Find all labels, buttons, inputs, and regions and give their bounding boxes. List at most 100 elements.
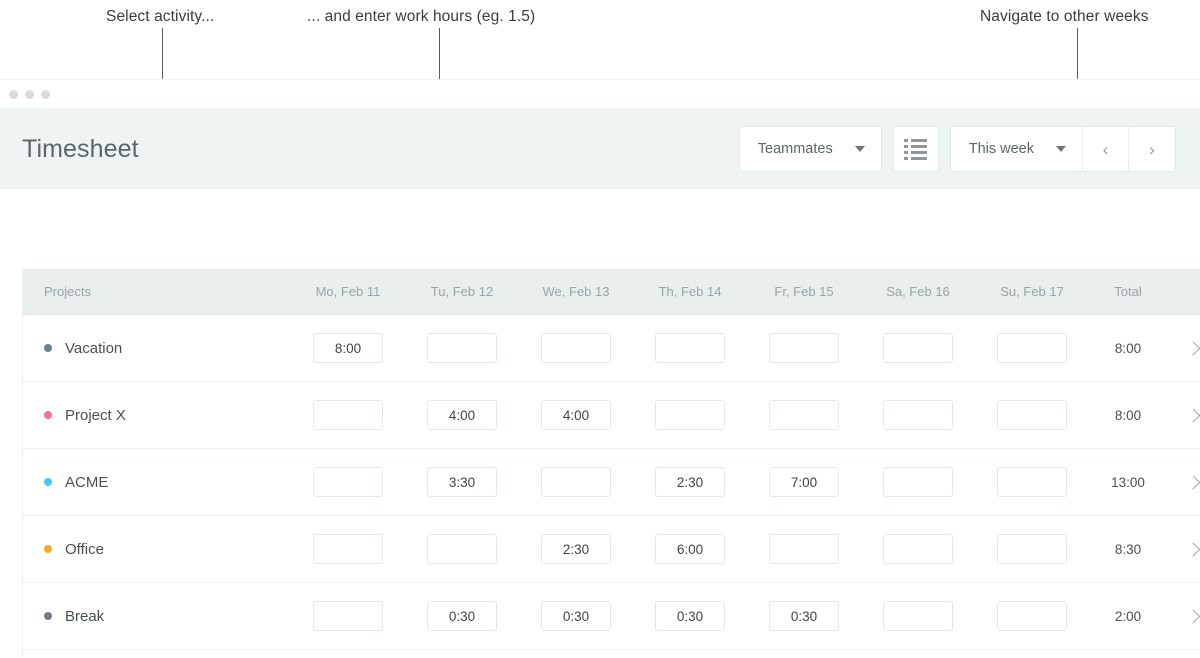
row-total: 8:00 (1114, 407, 1142, 423)
hours-cell (405, 400, 519, 430)
hours-input[interactable] (997, 534, 1067, 564)
annotation-text-2: Navigate to other weeks (980, 8, 1149, 25)
hours-input[interactable] (313, 467, 383, 497)
hours-cell (633, 333, 747, 363)
add-project-row: Project0:00 (23, 650, 1200, 658)
hours-input[interactable] (541, 400, 611, 430)
hours-input[interactable] (883, 400, 953, 430)
row-total: 8:00 (1114, 340, 1142, 356)
list-view-button[interactable] (892, 126, 939, 172)
app-header: Timesheet Teammates This week ‹ › (0, 109, 1200, 189)
hours-input[interactable] (883, 601, 953, 631)
close-icon[interactable] (1190, 607, 1200, 626)
project-selector[interactable]: ACME (23, 474, 291, 491)
project-color-dot (44, 411, 52, 419)
table-body: Vacation 8:00 Project X 8:00 ACME 13:00 Office… (23, 315, 1200, 658)
hours-input[interactable] (769, 333, 839, 363)
hours-input[interactable] (427, 534, 497, 564)
window-maximize-dot[interactable] (41, 89, 50, 99)
hours-cell (405, 534, 519, 564)
hours-input[interactable] (997, 333, 1067, 363)
hours-input[interactable] (997, 400, 1067, 430)
close-icon[interactable] (1190, 406, 1200, 425)
project-selector[interactable]: Project X (23, 407, 291, 424)
hours-cell (747, 400, 861, 430)
project-selector[interactable]: Vacation (23, 340, 291, 357)
hours-input[interactable] (769, 601, 839, 631)
hours-input[interactable] (655, 534, 725, 564)
hours-cell (861, 601, 975, 631)
chevron-right-icon: › (1149, 139, 1155, 159)
hours-input[interactable] (769, 400, 839, 430)
hours-input[interactable] (313, 333, 383, 363)
hours-cell (975, 333, 1089, 363)
table-row: Vacation 8:00 (23, 315, 1200, 382)
hours-input[interactable] (541, 601, 611, 631)
list-icon (904, 138, 928, 160)
previous-week-button[interactable]: ‹ (1083, 127, 1129, 171)
chevron-left-icon: ‹ (1102, 139, 1109, 159)
hours-cell (975, 467, 1089, 497)
close-icon[interactable] (1190, 339, 1200, 358)
hours-cell (747, 534, 861, 564)
hours-cell (291, 467, 405, 497)
hours-cell (861, 534, 975, 564)
close-icon[interactable] (1190, 473, 1200, 492)
column-header-su-feb-17: Su, Feb 17 (1000, 284, 1064, 299)
delete-row-cell (1167, 473, 1200, 492)
close-icon[interactable] (1190, 540, 1200, 559)
project-name: Project X (65, 406, 126, 424)
hours-cell (519, 333, 633, 363)
hours-input[interactable] (655, 467, 725, 497)
teammates-dropdown[interactable]: Teammates (738, 126, 882, 172)
timesheet-card: Projects Mo, Feb 11 Tu, Feb 12 We, Feb 13 Th… (22, 269, 1200, 658)
column-header-we-feb-13: We, Feb 13 (542, 284, 610, 299)
hours-input[interactable] (655, 601, 725, 631)
hours-input[interactable] (427, 400, 497, 430)
window-minimize-dot[interactable] (25, 89, 34, 99)
hours-input[interactable] (883, 333, 953, 363)
annotation-text-0: Select activity... (106, 8, 215, 25)
window-titlebar (0, 80, 1200, 109)
hours-input[interactable] (769, 467, 839, 497)
hours-input[interactable] (313, 400, 383, 430)
hours-input[interactable] (427, 467, 497, 497)
hours-cell (861, 400, 975, 430)
hours-input[interactable] (541, 467, 611, 497)
hours-input[interactable] (541, 333, 611, 363)
hours-cell (633, 534, 747, 564)
hours-cell (975, 534, 1089, 564)
hours-input[interactable] (427, 333, 497, 363)
hours-input[interactable] (655, 400, 725, 430)
hours-input[interactable] (883, 534, 953, 564)
hours-input[interactable] (541, 534, 611, 564)
table-row: ACME 13:00 (23, 449, 1200, 516)
hours-input[interactable] (883, 467, 953, 497)
hours-cell (747, 601, 861, 631)
delete-row-cell (1167, 540, 1200, 559)
hours-input[interactable] (427, 601, 497, 631)
hours-cell (291, 601, 405, 631)
hours-cell (975, 400, 1089, 430)
hours-input[interactable] (997, 467, 1067, 497)
column-header-fr-feb-15: Fr, Feb 15 (774, 284, 834, 299)
hours-cell (291, 333, 405, 363)
hours-input[interactable] (313, 601, 383, 631)
window-close-dot[interactable] (9, 89, 18, 99)
annotation-text-1: ... and enter work hours (eg. 1.5) (307, 8, 536, 25)
hours-cell (861, 333, 975, 363)
hours-cell (405, 467, 519, 497)
project-name: Office (65, 540, 104, 558)
column-header-sa-feb-16: Sa, Feb 16 (886, 284, 950, 299)
next-week-button[interactable]: › (1129, 127, 1175, 171)
hours-input[interactable] (313, 534, 383, 564)
project-selector[interactable]: Break (23, 608, 291, 625)
table-row: Break 2:00 (23, 583, 1200, 650)
hours-input[interactable] (655, 333, 725, 363)
project-selector[interactable]: Office (23, 541, 291, 558)
week-dropdown[interactable]: This week (951, 127, 1083, 171)
hours-input[interactable] (997, 601, 1067, 631)
project-color-dot (44, 344, 52, 352)
hours-cell (519, 534, 633, 564)
hours-input[interactable] (769, 534, 839, 564)
